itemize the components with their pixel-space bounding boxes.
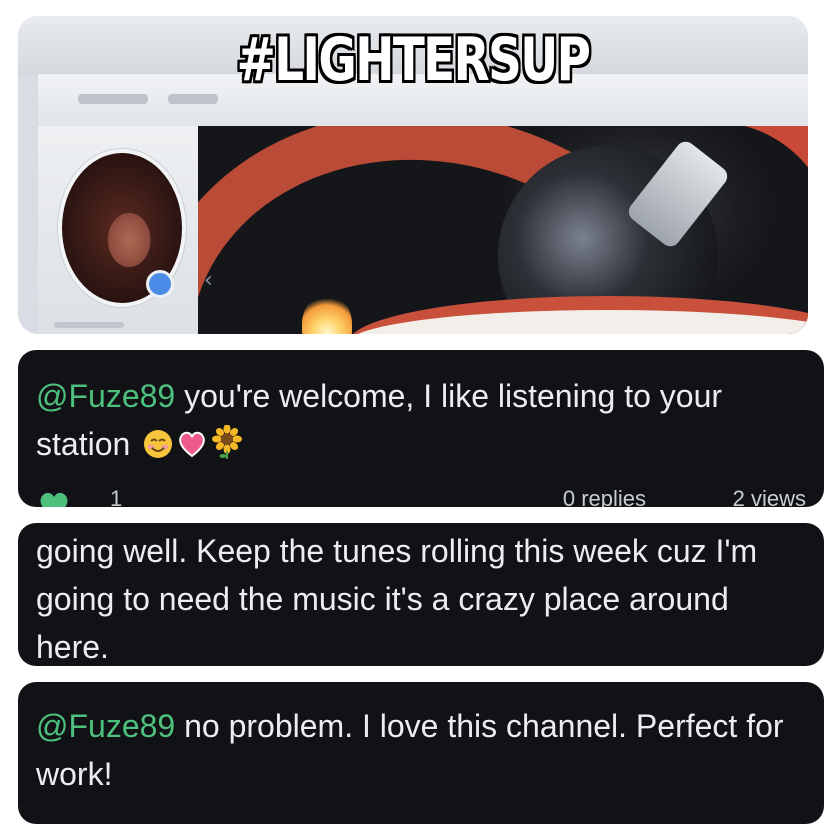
sunflower-icon — [211, 425, 243, 459]
comment-card: going well. Keep the tunes rolling this … — [18, 523, 824, 666]
chevron-left-icon: ‹ — [204, 268, 213, 293]
profile-name-line — [54, 322, 124, 328]
header-image: ‹ #LIGHTERSUP — [18, 16, 808, 334]
comment-text: @Fuze89 you're welcome, I like listening… — [36, 372, 806, 468]
like-count: 1 — [110, 486, 123, 507]
channel-logo-image — [198, 126, 808, 334]
replies-count[interactable]: 0 replies — [563, 486, 646, 507]
like-heart-icon[interactable] — [36, 490, 72, 507]
user-mention-link[interactable]: @Fuze89 — [36, 708, 175, 744]
nav-item — [168, 94, 218, 104]
hashtag-title: #LIGHTERSUP — [236, 25, 591, 95]
verified-badge-icon — [146, 270, 174, 298]
comment-stats: 1 0 replies 2 views — [36, 486, 806, 507]
comment-text: @Fuze89 no problem. I love this channel.… — [36, 702, 806, 798]
views-count: 2 views — [732, 486, 806, 507]
user-mention-link[interactable]: @Fuze89 — [36, 378, 175, 414]
nav-item — [78, 94, 148, 104]
comment-card: @Fuze89 you're welcome, I like listening… — [18, 350, 824, 507]
comment-card: @Fuze89 no problem. I love this channel.… — [18, 682, 824, 824]
heart-icon — [177, 429, 207, 459]
smiling-face-icon — [143, 429, 173, 459]
comment-body: going well. Keep the tunes rolling this … — [36, 533, 758, 665]
